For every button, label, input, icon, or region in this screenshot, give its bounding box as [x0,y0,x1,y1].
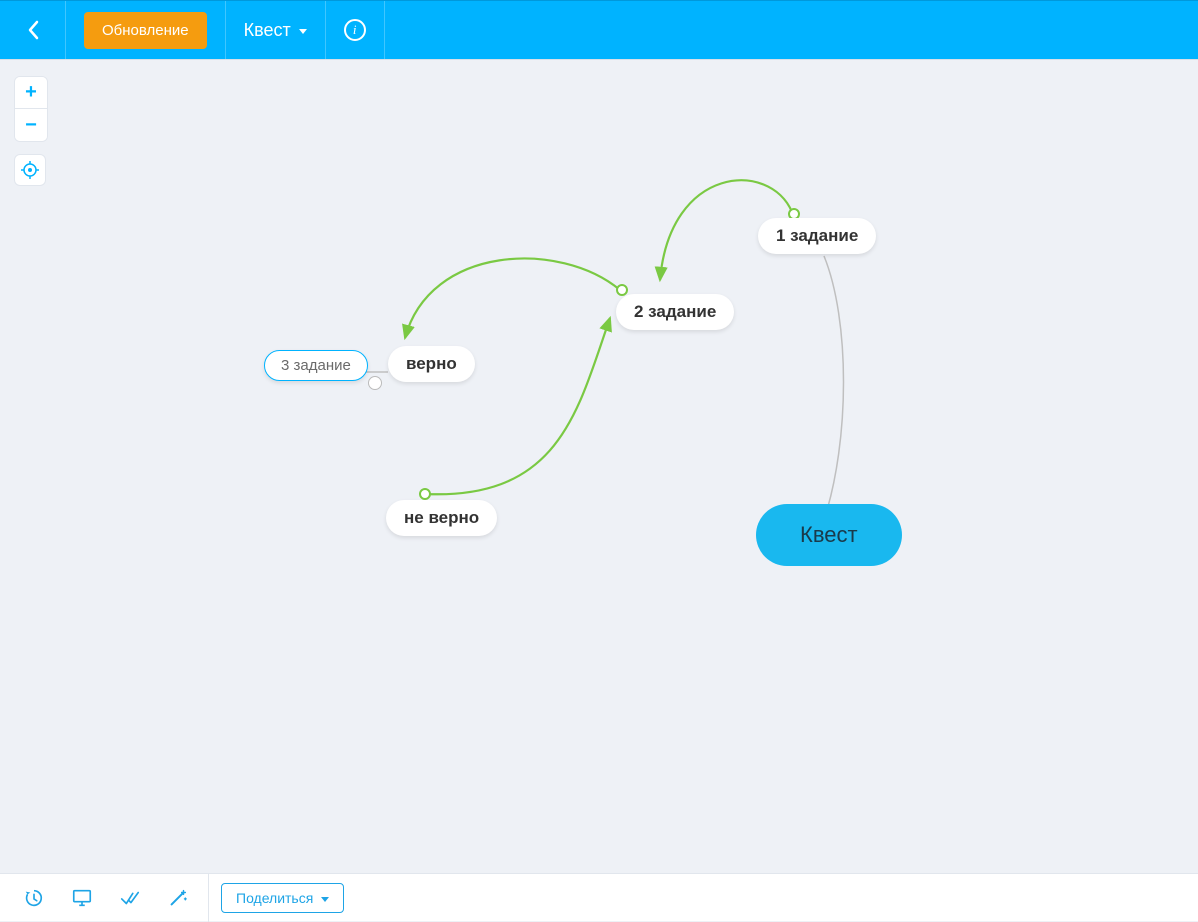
magic-wand-icon [167,887,189,909]
node-task2[interactable]: 2 задание [616,294,734,330]
share-button[interactable]: Поделиться [221,883,344,913]
node-root[interactable]: Квест [756,504,902,566]
share-label: Поделиться [236,890,313,906]
node-root-label: Квест [800,522,858,547]
info-button[interactable]: i [344,19,366,41]
history-icon [23,887,45,909]
node-task3[interactable]: 3 задание [264,350,368,381]
node-correct[interactable]: верно [388,346,475,382]
check-button[interactable] [108,874,152,922]
monitor-icon [71,887,93,909]
title-label: Квест [244,20,291,41]
node-task1-label: 1 задание [776,226,858,245]
history-button[interactable] [12,874,56,922]
top-toolbar: Обновление Квест i [0,0,1198,60]
node-port-incorrect[interactable] [419,488,431,500]
node-port-task2[interactable] [616,284,628,296]
update-button[interactable]: Обновление [84,12,207,49]
info-icon: i [353,22,357,38]
node-task1[interactable]: 1 задание [758,218,876,254]
node-task3-label: 3 задание [281,357,351,374]
node-incorrect[interactable]: не верно [386,500,497,536]
drag-handle[interactable] [368,376,382,390]
present-button[interactable] [60,874,104,922]
node-task2-label: 2 задание [634,302,716,321]
toolbar-separator [208,874,209,922]
bottom-toolbar: Поделиться [0,873,1198,921]
update-cell: Обновление [66,1,226,59]
caret-down-icon [299,29,307,34]
node-correct-label: верно [406,354,457,373]
double-check-icon [119,887,141,909]
edges-layer [0,60,1198,873]
chevron-left-icon [27,20,39,40]
title-dropdown[interactable]: Квест [244,20,307,41]
mindmap-canvas[interactable]: Квест 1 задание 2 задание верно не верно… [0,60,1198,873]
node-incorrect-label: не верно [404,508,479,527]
info-cell: i [326,1,385,59]
title-cell: Квест [226,1,326,59]
magic-button[interactable] [156,874,200,922]
caret-down-icon [321,897,329,902]
back-button[interactable] [0,1,66,59]
